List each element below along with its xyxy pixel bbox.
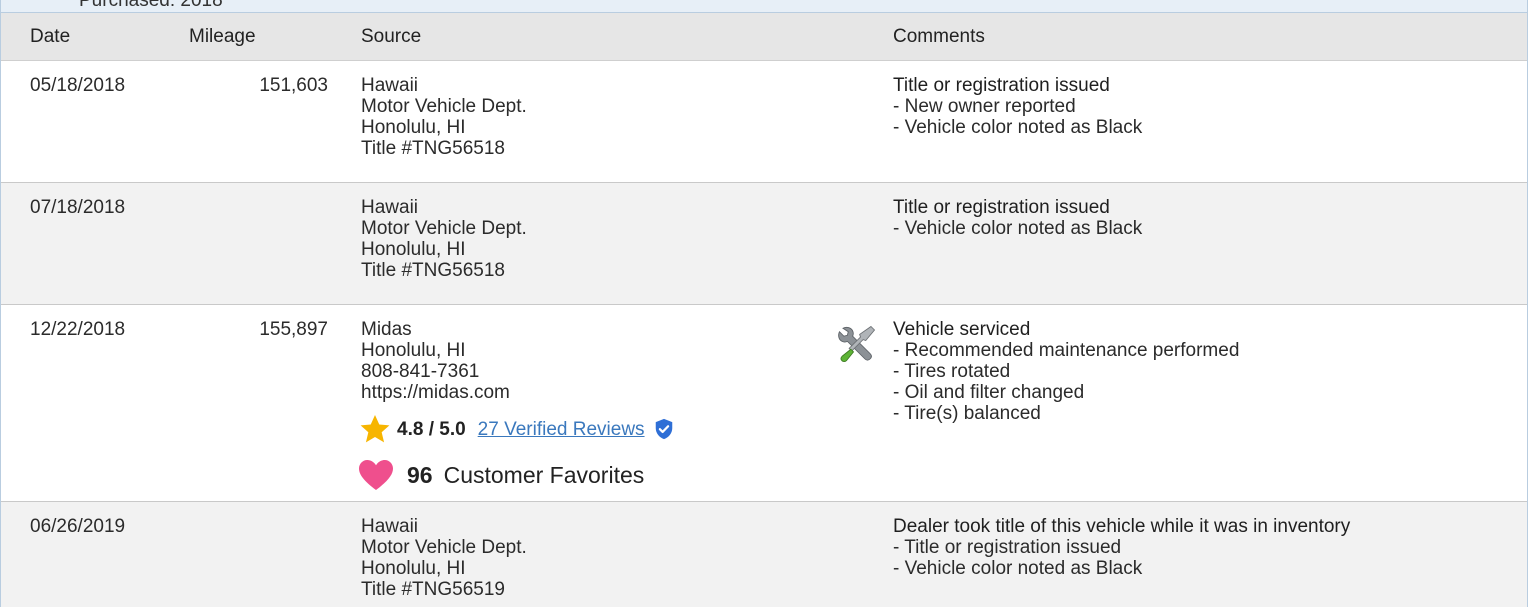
source-line: 808-841-7361 [361, 361, 480, 382]
table-header-row: Date Mileage Source Comments [1, 13, 1527, 61]
source-line: Motor Vehicle Dept. [361, 537, 527, 558]
table-row: 12/22/2018 155,897 Midas Honolulu, HI 80… [1, 304, 1527, 502]
source-line: Title #TNG56518 [361, 138, 505, 159]
source-line: Hawaii [361, 197, 419, 218]
vehicle-history-panel: Purchased: 2018 Date Mileage Source Comm… [0, 0, 1528, 607]
row-mileage: 155,897 [259, 319, 328, 340]
source-line: Hawaii [361, 75, 419, 96]
source-line: Motor Vehicle Dept. [361, 218, 527, 239]
comment-item: - Vehicle color noted as Black [893, 117, 1143, 138]
source-line: Honolulu, HI [361, 239, 466, 260]
owner-summary-strip: Purchased: 2018 [1, 0, 1527, 13]
verified-badge-icon [655, 418, 672, 440]
row-date: 07/18/2018 [30, 197, 126, 218]
source-line: Honolulu, HI [361, 340, 466, 361]
comment-item: - Title or registration issued [893, 537, 1122, 558]
verified-reviews-link[interactable]: 27 Verified Reviews [478, 419, 645, 440]
wrench-screwdriver-icon [838, 325, 876, 363]
header-source: Source [361, 13, 893, 61]
comment-item: - Tire(s) balanced [893, 403, 1041, 424]
row-date: 05/18/2018 [30, 75, 126, 96]
table-row: 06/26/2019 Hawaii Motor Vehicle Dept. Ho… [1, 501, 1527, 607]
customer-favorites: 96 Customer Favorites [359, 453, 893, 497]
star-icon [360, 415, 390, 443]
source-line: Honolulu, HI [361, 117, 466, 138]
row-date: 12/22/2018 [30, 319, 126, 340]
comment-title: Title or registration issued [893, 197, 1110, 218]
comment-item: - New owner reported [893, 96, 1076, 117]
source-line: Midas [361, 319, 412, 340]
table-row: 07/18/2018 Hawaii Motor Vehicle Dept. Ho… [1, 182, 1527, 305]
header-date: Date [1, 13, 173, 61]
source-line: Honolulu, HI [361, 558, 466, 579]
comment-title: Dealer took title of this vehicle while … [893, 516, 1351, 537]
source-line: Motor Vehicle Dept. [361, 96, 527, 117]
source-line: Title #TNG56518 [361, 260, 505, 281]
comment-title: Vehicle serviced [893, 319, 1031, 340]
favorites-label: Customer Favorites [443, 461, 645, 488]
comment-item: - Oil and filter changed [893, 382, 1085, 403]
history-table: Date Mileage Source Comments 05/18/2018 … [1, 13, 1527, 607]
table-row: 05/18/2018 151,603 Hawaii Motor Vehicle … [1, 60, 1527, 183]
comment-item: - Vehicle color noted as Black [893, 218, 1143, 239]
owner-purchase-text: Purchased: 2018 [79, 0, 223, 11]
source-line: Title #TNG56519 [361, 579, 505, 600]
comment-item: - Tires rotated [893, 361, 1011, 382]
source-line: https://midas.com [361, 382, 510, 403]
row-mileage: 151,603 [259, 75, 328, 96]
heart-icon [359, 460, 393, 490]
source-line: Hawaii [361, 516, 419, 537]
row-date: 06/26/2019 [30, 516, 126, 537]
shop-rating: 4.8 / 5.0 27 Verified Reviews [360, 409, 893, 449]
header-mileage: Mileage [173, 13, 361, 61]
comment-item: - Recommended maintenance performed [893, 340, 1240, 361]
rating-value: 4.8 / 5.0 [397, 418, 466, 440]
favorites-count: 96 [407, 461, 433, 488]
comment-item: - Vehicle color noted as Black [893, 558, 1143, 579]
comment-title: Title or registration issued [893, 75, 1110, 96]
header-comments: Comments [893, 13, 1527, 61]
